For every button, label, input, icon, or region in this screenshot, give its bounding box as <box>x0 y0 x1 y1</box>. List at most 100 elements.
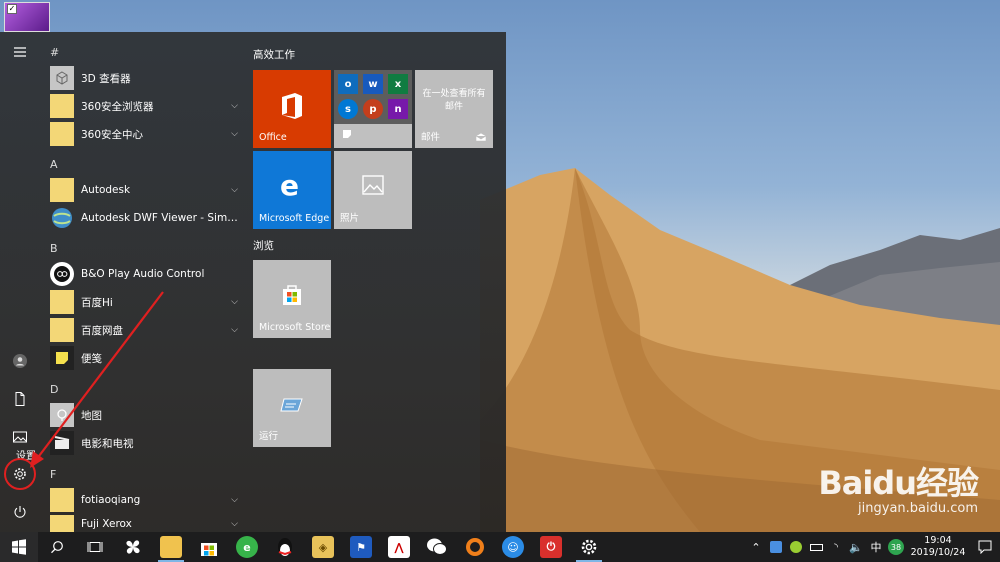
app-item-360-security[interactable]: 360安全中心 ⌵ <box>50 121 238 147</box>
sticky-note-icon <box>50 346 74 370</box>
red-power-app-icon: ⏻ <box>540 536 562 558</box>
ime-indicator[interactable]: 中 <box>866 532 886 562</box>
green-circle-icon: e <box>236 536 258 558</box>
pdf-app-icon: ⋀ <box>388 536 410 558</box>
section-header-f[interactable]: F <box>50 468 56 481</box>
tile-label: 照片 <box>340 213 360 224</box>
search-button[interactable] <box>38 532 76 562</box>
taskbar-app-orange-ring[interactable] <box>456 532 494 562</box>
taskbar-app-browser-green[interactable]: e <box>228 532 266 562</box>
power-button[interactable] <box>0 494 40 530</box>
app-label: B&O Play Audio Control <box>81 268 205 280</box>
taskbar-app-settings[interactable] <box>570 532 608 562</box>
network-button[interactable]: ◝ <box>826 532 846 562</box>
app-item-movies-tv[interactable]: 电影和电视 <box>50 430 238 456</box>
excel-icon: x <box>388 74 408 94</box>
photos-tile[interactable]: 照片 <box>334 151 412 229</box>
app-label: 360安全中心 <box>81 128 144 141</box>
checkbox-icon[interactable]: ✓ <box>7 4 17 14</box>
word-icon: w <box>363 74 383 94</box>
chevron-down-icon: ⌵ <box>231 101 238 111</box>
run-tile[interactable]: 运行 <box>253 369 331 447</box>
start-rail: 设置 <box>0 32 40 532</box>
office-icon <box>282 93 302 119</box>
taskbar-app-wechat[interactable] <box>418 532 456 562</box>
start-button[interactable] <box>0 532 38 562</box>
folder-icon <box>50 318 74 342</box>
show-hidden-icons-button[interactable]: ⌃ <box>746 532 766 562</box>
taskbar-app-qq[interactable] <box>266 532 304 562</box>
tray-app-blue[interactable] <box>766 532 786 562</box>
taskbar-app-pinwheel[interactable] <box>114 532 152 562</box>
watermark-logo: Baidu经验 <box>818 464 979 502</box>
powerpoint-icon: p <box>363 99 383 119</box>
taskbar-app-blue-mascot[interactable]: ☺ <box>494 532 532 562</box>
edge-tile[interactable]: e Microsoft Edge <box>253 151 331 229</box>
chevron-down-icon: ⌵ <box>231 297 238 307</box>
app-item-fotiaoqiang[interactable]: fotiaoqiang ⌵ <box>50 487 238 513</box>
app-item-360-browser[interactable]: 360安全浏览器 ⌵ <box>50 93 238 119</box>
app-item-bo-play[interactable]: B&O Play Audio Control <box>50 261 238 287</box>
section-header-a[interactable]: A <box>50 158 58 171</box>
clock-date: 2019/10/24 <box>910 547 966 558</box>
hamburger-menu-button[interactable] <box>0 34 40 70</box>
penguin-icon <box>278 538 292 556</box>
chevron-down-icon: ⌵ <box>231 129 238 139</box>
outlook-icon: o <box>338 74 358 94</box>
app-item-3d-viewer[interactable]: 3D 查看器 <box>50 65 238 91</box>
taskbar-app-blue-flag[interactable]: ⚑ <box>342 532 380 562</box>
start-menu: 设置 # 3D 查看器 360安全浏览器 ⌵ 360安全中心 ⌵ A Autod… <box>0 32 506 533</box>
app-label: fotiaoqiang <box>81 494 141 506</box>
picture-icon <box>13 431 27 443</box>
battery-button[interactable] <box>806 532 826 562</box>
orange-ring-icon <box>466 538 484 556</box>
section-header-b[interactable]: B <box>50 242 58 255</box>
app-label: Autodesk <box>81 184 131 196</box>
chevron-down-icon: ⌵ <box>231 495 238 505</box>
notification-icon <box>978 540 992 554</box>
search-icon <box>51 541 63 554</box>
document-icon <box>15 392 25 406</box>
app-item-fuji-xerox[interactable]: Fuji Xerox ⌵ <box>50 515 238 533</box>
app-item-autodesk-dwf[interactable]: Autodesk DWF Viewer - Simplifie... <box>50 205 238 231</box>
volume-button[interactable]: 🔈 <box>846 532 866 562</box>
app-label: 便笺 <box>81 352 102 365</box>
taskbar-app-store[interactable] <box>190 532 228 562</box>
user-account-button[interactable] <box>0 343 40 379</box>
battery-icon <box>809 543 823 551</box>
folder-icon <box>50 290 74 314</box>
app-item-autodesk[interactable]: Autodesk ⌵ <box>50 177 238 203</box>
tile-label: Microsoft Edge <box>259 213 330 224</box>
run-icon <box>280 398 303 412</box>
clock-button[interactable]: 19:04 2019/10/24 <box>906 535 970 559</box>
settings-button[interactable] <box>0 456 40 492</box>
office-tile[interactable]: Office <box>253 70 331 148</box>
app-label: 电影和电视 <box>81 437 134 450</box>
tray-app-360[interactable] <box>786 532 806 562</box>
user-icon <box>13 354 27 368</box>
store-tile[interactable]: Microsoft Store <box>253 260 331 338</box>
app-label: 360安全浏览器 <box>81 100 154 113</box>
app-item-maps[interactable]: 地图 <box>50 402 238 428</box>
tile-label: 邮件 <box>421 132 441 143</box>
section-header-hash[interactable]: # <box>50 46 59 59</box>
tile-group-title-productivity[interactable]: 高效工作 <box>253 47 295 62</box>
section-header-d[interactable]: D <box>50 383 58 396</box>
app-item-baidu-netdisk[interactable]: 百度网盘 ⌵ <box>50 317 238 343</box>
mail-tile[interactable]: 在一处查看所有邮件 邮件 <box>415 70 493 148</box>
app-item-baidu-hi[interactable]: 百度Hi ⌵ <box>50 289 238 315</box>
notification-count-button[interactable]: 38 <box>886 532 906 562</box>
taskbar-app-file-explorer[interactable] <box>152 532 190 562</box>
taskbar-app-coin[interactable]: ◈ <box>304 532 342 562</box>
app-item-sticky-notes[interactable]: 便笺 <box>50 345 238 371</box>
pinwheel-icon <box>126 540 140 554</box>
taskbar-app-red-doc[interactable]: ⋀ <box>380 532 418 562</box>
documents-button[interactable] <box>0 381 40 417</box>
tile-group-title-browse[interactable]: 浏览 <box>253 238 274 253</box>
desktop-shortcut-icon[interactable]: ✓ <box>4 2 50 32</box>
taskbar-app-red-power[interactable]: ⏻ <box>532 532 570 562</box>
task-view-button[interactable] <box>76 532 114 562</box>
office-apps-tile[interactable]: o w x s p n <box>334 70 412 148</box>
folder-icon <box>50 122 74 146</box>
action-center-button[interactable] <box>970 532 1000 562</box>
